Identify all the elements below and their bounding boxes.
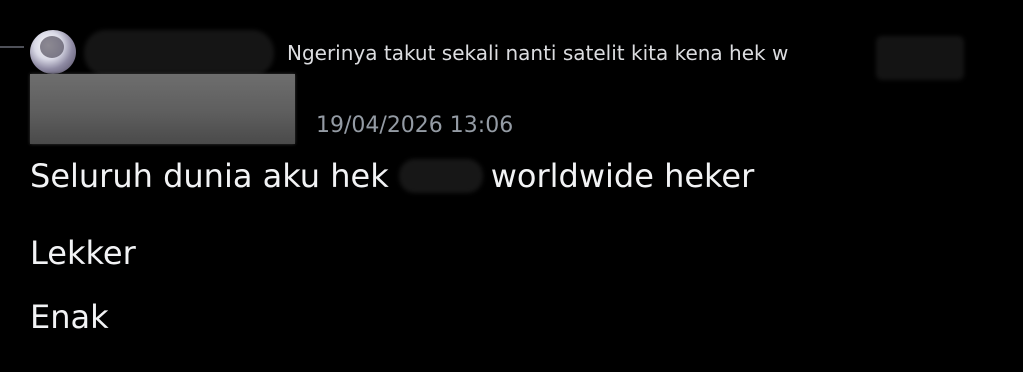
chat-message: Ngerinya takut sekali nanti satelit kita… [0,0,1023,372]
message-timestamp: 19/04/2026 13:06 [316,113,514,138]
message-text-before: Seluruh dunia aku hek [30,157,389,195]
redacted-reply-author [84,30,274,76]
redacted-inline-text [398,159,483,193]
message-line: Lekker [30,234,136,272]
redacted-reply-tail [876,36,964,80]
redacted-author-name [30,74,295,144]
reply-avatar[interactable] [30,30,76,74]
reply-spine [0,46,24,56]
message-line: Seluruh dunia aku hek worldwide heker [30,156,754,196]
message-text-after: worldwide heker [490,157,755,195]
reply-preview-text[interactable]: Ngerinya takut sekali nanti satelit kita… [287,38,877,68]
message-line: Enak [30,298,109,336]
